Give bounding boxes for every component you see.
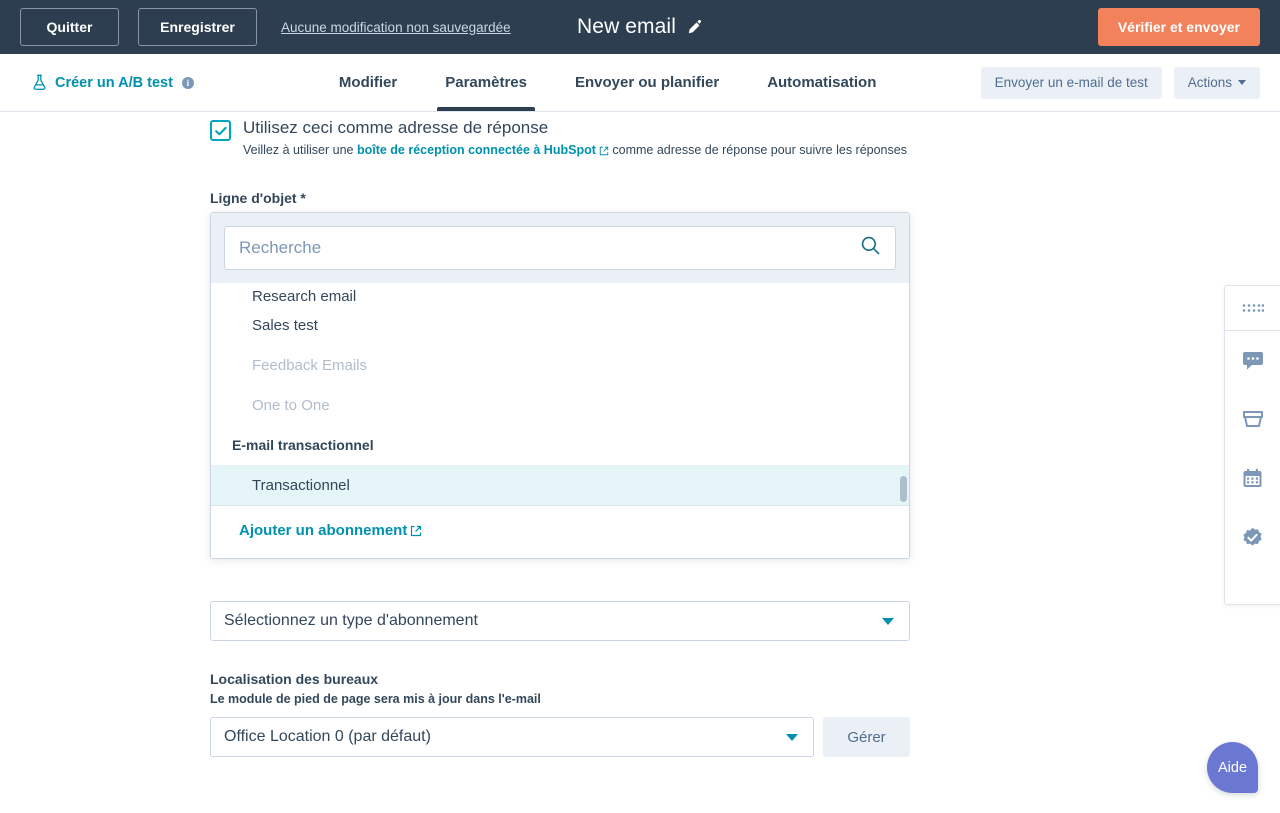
actions-dropdown-button[interactable]: Actions — [1174, 67, 1260, 99]
calendar-icon[interactable] — [1225, 449, 1280, 508]
page-title: New email — [577, 15, 676, 39]
subscription-type-value: Sélectionnez un type d'abonnement — [224, 612, 478, 630]
search-input[interactable] — [239, 238, 860, 258]
right-tool-rail — [1224, 285, 1280, 605]
nav-actions: Envoyer un e-mail de test Actions — [981, 67, 1260, 99]
list-item: Feedback Emails — [211, 345, 909, 385]
tab-automatisation[interactable]: Automatisation — [743, 54, 900, 111]
actions-label: Actions — [1188, 75, 1232, 90]
helper-suffix: comme adresse de réponse pour suivre les… — [609, 143, 907, 157]
list-item[interactable]: Sales test — [211, 305, 909, 345]
help-button[interactable]: Aide — [1207, 742, 1258, 793]
office-location-section: Localisation des bureaux Le module de pi… — [210, 671, 910, 757]
chevron-down-icon — [786, 734, 798, 741]
external-link-icon — [599, 145, 609, 159]
office-location-title: Localisation des bureaux — [210, 671, 910, 687]
subscription-type-dropdown: Research email Sales test Feedback Email… — [210, 212, 910, 559]
tab-modifier[interactable]: Modifier — [315, 54, 421, 111]
tab-parametres[interactable]: Paramètres — [421, 54, 551, 111]
connected-inbox-link[interactable]: boîte de réception connectée à HubSpot — [357, 143, 596, 157]
list-item: One to One — [211, 385, 909, 425]
reply-address-helper: Veillez à utiliser une boîte de réceptio… — [243, 143, 907, 159]
reply-address-row: Utilisez ceci comme adresse de réponse V… — [210, 118, 910, 159]
office-location-select[interactable]: Office Location 0 (par défaut) — [210, 717, 814, 757]
external-link-icon — [410, 524, 422, 542]
dropdown-footer: Ajouter un abonnement — [211, 505, 909, 558]
send-test-email-button[interactable]: Envoyer un e-mail de test — [981, 67, 1162, 99]
save-button[interactable]: Enregistrer — [138, 8, 257, 46]
top-bar: Quitter Enregistrer Aucune modification … — [0, 0, 1280, 54]
chevron-down-icon — [882, 618, 894, 625]
subject-line-label: Ligne d'objet * — [210, 190, 910, 206]
create-ab-test-label: Créer un A/B test — [55, 75, 173, 91]
list-item[interactable]: Research email — [211, 283, 909, 305]
pencil-icon[interactable] — [687, 19, 703, 35]
office-location-subtitle: Le module de pied de page sera mis à jou… — [210, 692, 910, 706]
editor-nav-bar: Créer un A/B test i Modifier Paramètres … — [0, 54, 1280, 112]
option-group-header: E-mail transactionnel — [211, 425, 909, 465]
flask-icon — [31, 74, 48, 91]
inbox-tray-icon[interactable] — [1225, 390, 1280, 449]
add-subscription-link[interactable]: Ajouter un abonnement — [239, 522, 407, 539]
office-location-value: Office Location 0 (par défaut) — [224, 728, 431, 746]
grip-dots-icon[interactable] — [1242, 286, 1264, 330]
badge-check-icon[interactable] — [1225, 508, 1280, 567]
tab-envoyer-ou-planifier[interactable]: Envoyer ou planifier — [551, 54, 743, 111]
chat-bubble-icon[interactable] — [1225, 331, 1280, 390]
verify-and-send-button[interactable]: Vérifier et envoyer — [1098, 8, 1260, 46]
reply-address-checkbox[interactable] — [210, 120, 231, 141]
create-ab-test-button[interactable]: Créer un A/B test i — [31, 74, 194, 91]
chevron-down-icon — [1238, 80, 1246, 85]
reply-address-label: Utilisez ceci comme adresse de réponse — [243, 118, 907, 138]
nav-tabs: Modifier Paramètres Envoyer ou planifier… — [315, 54, 900, 111]
office-location-row: Office Location 0 (par défaut) Gérer — [210, 717, 910, 757]
send-test-email-label: Envoyer un e-mail de test — [995, 75, 1148, 90]
dropdown-scrollbar[interactable] — [900, 476, 907, 502]
save-status-text[interactable]: Aucune modification non sauvegardée — [281, 20, 511, 35]
search-icon[interactable] — [860, 235, 881, 261]
dropdown-search-area — [211, 213, 909, 283]
list-item-selected[interactable]: Transactionnel — [211, 465, 909, 505]
info-icon[interactable]: i — [182, 77, 194, 89]
search-field[interactable] — [224, 226, 896, 270]
subscription-type-select[interactable]: Sélectionnez un type d'abonnement — [210, 601, 910, 641]
quit-button[interactable]: Quitter — [20, 8, 119, 46]
dropdown-option-list: Research email Sales test Feedback Email… — [211, 283, 909, 505]
helper-prefix: Veillez à utiliser une — [243, 143, 357, 157]
manage-office-button[interactable]: Gérer — [823, 717, 910, 757]
